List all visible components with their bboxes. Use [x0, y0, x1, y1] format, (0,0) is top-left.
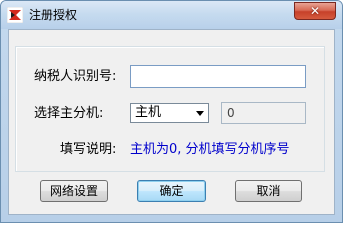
taxpayer-id-label: 纳税人识别号:	[34, 69, 117, 84]
ok-button[interactable]: 确定	[137, 180, 206, 202]
close-icon: ✕	[309, 4, 321, 18]
cancel-button[interactable]: 取消	[235, 180, 302, 202]
host-select-value: 主机	[135, 105, 162, 120]
title-bar[interactable]: 注册授权 ✕	[1, 1, 342, 29]
network-settings-button[interactable]: 网络设置	[40, 180, 108, 202]
note-text: 主机为0, 分机填写分机序号	[130, 142, 290, 157]
dropdown-arrow-icon	[196, 111, 204, 116]
close-button[interactable]: ✕	[294, 2, 336, 20]
app-logo-icon	[7, 7, 23, 23]
register-dialog: 注册授权 ✕ 纳税人识别号: 选择主分机: 主机 0 填写说明: 主机为0, 分…	[0, 0, 343, 223]
host-select-dropdown[interactable]: 主机	[130, 103, 209, 123]
note-label: 填写说明:	[60, 142, 117, 157]
machine-number-field: 0	[221, 102, 306, 124]
machine-number-value: 0	[227, 106, 235, 120]
host-select-label: 选择主分机:	[34, 106, 104, 121]
taxpayer-id-input[interactable]	[130, 65, 306, 88]
dialog-content: 纳税人识别号: 选择主分机: 主机 0 填写说明: 主机为0, 分机填写分机序号…	[8, 29, 335, 215]
window-title: 注册授权	[29, 8, 78, 22]
